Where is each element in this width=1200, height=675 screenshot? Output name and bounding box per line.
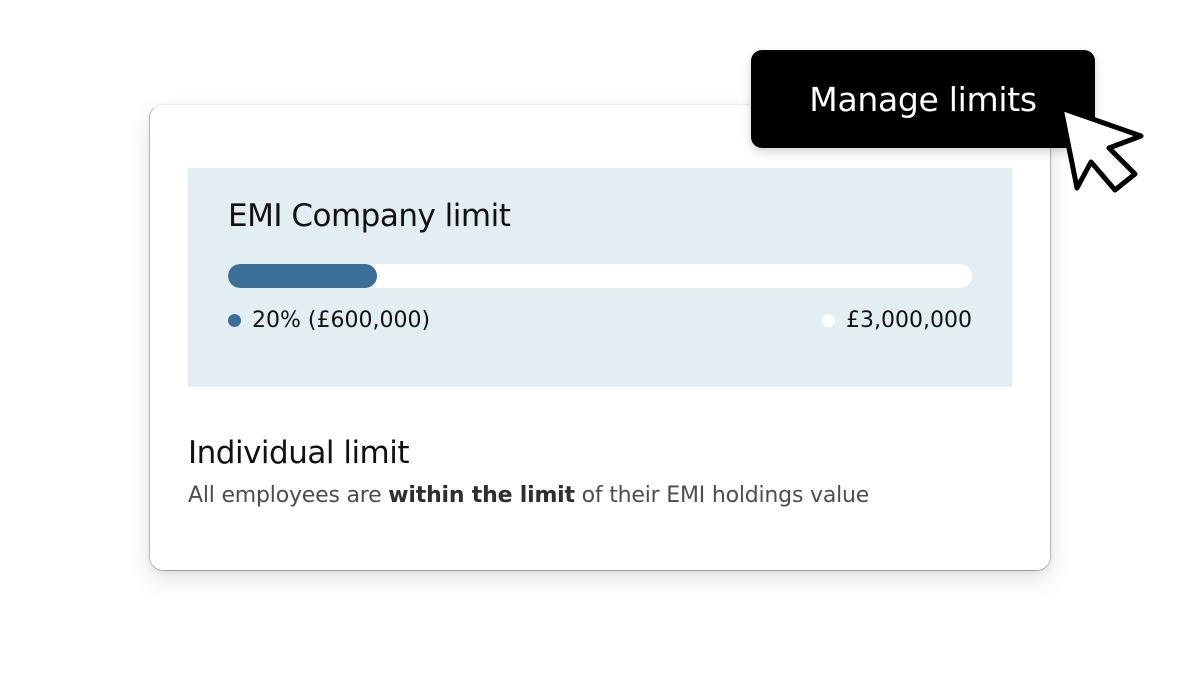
individual-limit-title: Individual limit (188, 435, 410, 471)
individual-desc-prefix: All employees are (188, 483, 389, 508)
total-legend-label: £3,000,000 (846, 308, 972, 333)
manage-limits-button[interactable]: Manage limits (751, 50, 1095, 148)
company-limit-progress-bar (228, 264, 972, 288)
individual-desc-suffix: of their EMI holdings value (574, 483, 870, 508)
mouse-pointer-icon (1058, 105, 1144, 193)
company-limit-title: EMI Company limit (228, 198, 511, 234)
total-legend: £3,000,000 (822, 308, 972, 333)
stage: EMI Company limit 20% (£600,000) £3,000,… (0, 0, 1200, 675)
limits-card: EMI Company limit 20% (£600,000) £3,000,… (149, 104, 1051, 571)
total-dot-icon (822, 314, 836, 327)
used-legend: 20% (£600,000) (228, 308, 430, 333)
company-limit-panel: EMI Company limit 20% (£600,000) £3,000,… (188, 168, 1012, 387)
company-limit-progress-fill (228, 264, 377, 288)
used-dot-icon (228, 314, 241, 327)
individual-desc-bold: within the limit (388, 483, 575, 508)
used-legend-label: 20% (£600,000) (252, 308, 431, 333)
individual-limit-description: All employees are within the limit of th… (188, 483, 869, 508)
